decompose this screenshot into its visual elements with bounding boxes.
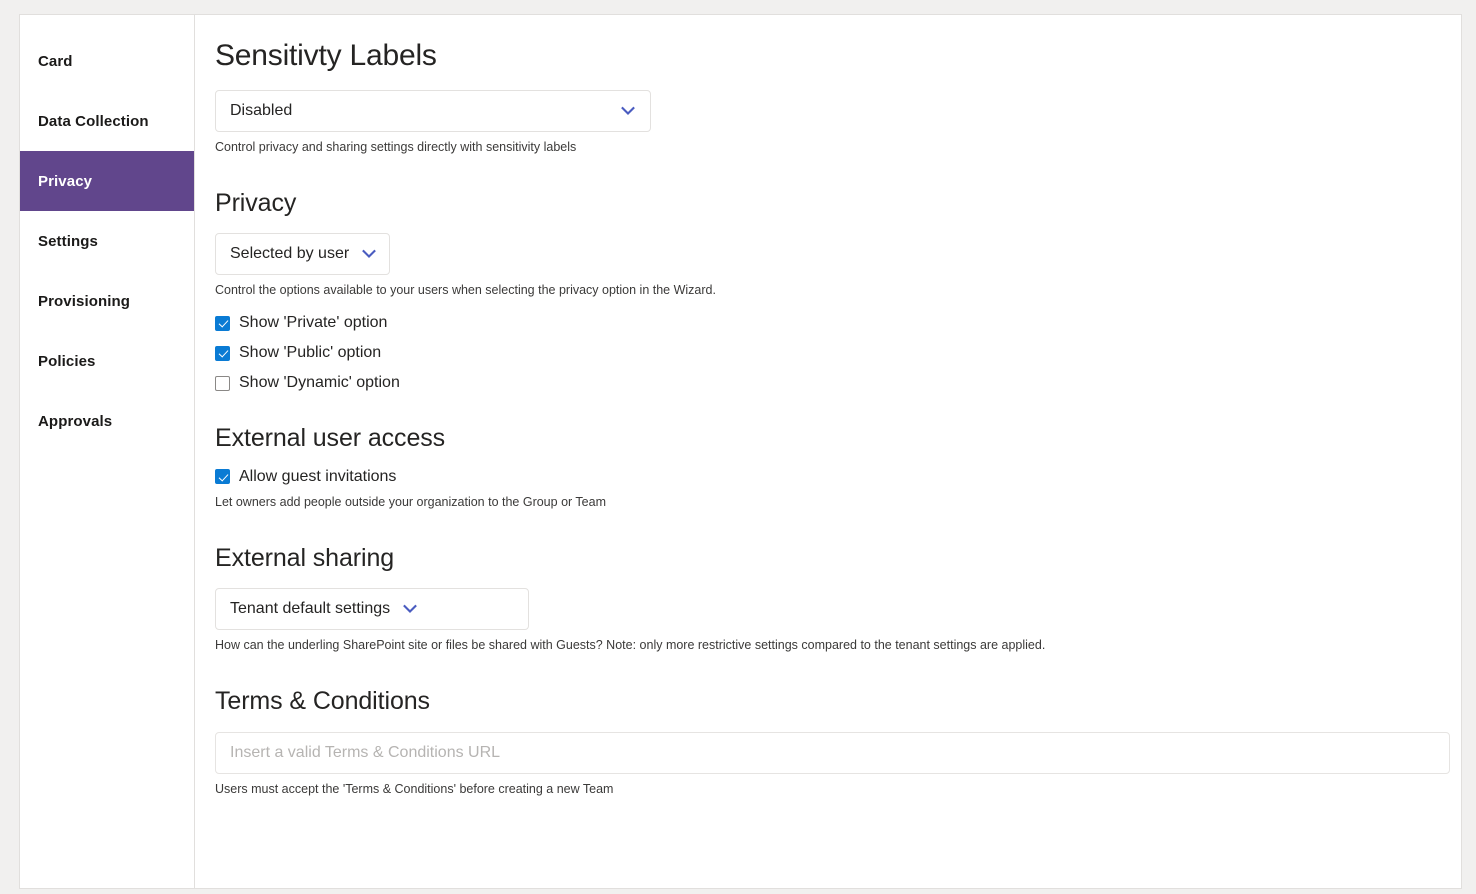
chevron-down-icon: [361, 246, 377, 262]
settings-content-pane: Sensitivty Labels Disabled Control priva…: [195, 15, 1461, 888]
page-title: Sensitivty Labels: [215, 39, 437, 72]
chevron-down-icon: [402, 601, 418, 617]
sidebar-item-privacy[interactable]: Privacy: [20, 151, 194, 211]
chevron-down-icon: [620, 103, 636, 119]
show-public-option-label: Show 'Public' option: [239, 344, 382, 362]
external-sharing-heading: External sharing: [215, 543, 395, 572]
terms-and-conditions-heading: Terms & Conditions: [215, 687, 430, 715]
external-sharing-dropdown[interactable]: Tenant default settings: [215, 588, 529, 631]
external-sharing-helper-text: How can the underling SharePoint site or…: [215, 638, 1046, 653]
sidebar-item-provisioning[interactable]: Provisioning: [20, 271, 194, 331]
show-public-option-checkbox[interactable]: [215, 345, 230, 361]
external-user-access-heading: External user access: [215, 424, 446, 453]
sidebar-item-data-collection[interactable]: Data Collection: [20, 91, 194, 151]
privacy-section-heading: Privacy: [215, 188, 297, 217]
privacy-helper-text: Control the options available to your us…: [215, 283, 716, 298]
allow-guest-invitations-helper-text: Let owners add people outside your organ…: [215, 494, 606, 509]
privacy-dropdown-value: Selected by user: [230, 245, 350, 263]
sidebar-item-card[interactable]: Card: [20, 31, 194, 91]
sensitivity-labels-helper-text: Control privacy and sharing settings dir…: [215, 140, 577, 154]
show-dynamic-option-checkbox[interactable]: [215, 375, 230, 391]
sidebar-item-approvals[interactable]: Approvals: [20, 391, 194, 451]
sidebar-item-policies[interactable]: Policies: [20, 331, 194, 391]
sidebar-item-label: Card: [38, 52, 73, 70]
sidebar-item-label: Privacy: [38, 172, 93, 190]
sidebar-item-label: Provisioning: [38, 292, 131, 310]
allow-guest-invitations-checkbox[interactable]: [215, 469, 230, 485]
show-private-option-row[interactable]: Show 'Private' option: [215, 315, 1447, 331]
show-dynamic-option-row[interactable]: Show 'Dynamic' option: [215, 375, 1447, 391]
show-dynamic-option-label: Show 'Dynamic' option: [239, 374, 400, 392]
sidebar-item-label: Approvals: [38, 412, 113, 430]
sidebar-item-label: Policies: [38, 352, 96, 370]
allow-guest-invitations-label: Allow guest invitations: [239, 467, 397, 485]
sidebar-nav: Card Data Collection Privacy Settings Pr…: [20, 15, 195, 888]
settings-card: Card Data Collection Privacy Settings Pr…: [19, 14, 1462, 889]
sidebar-item-label: Settings: [38, 232, 98, 250]
sidebar-item-label: Data Collection: [38, 112, 149, 130]
privacy-dropdown[interactable]: Selected by user: [215, 233, 391, 276]
show-public-option-row[interactable]: Show 'Public' option: [215, 345, 1447, 361]
external-sharing-dropdown-value: Tenant default settings: [230, 600, 391, 618]
show-private-option-label: Show 'Private' option: [239, 314, 388, 332]
sidebar-item-settings[interactable]: Settings: [20, 211, 194, 271]
show-private-option-checkbox[interactable]: [215, 315, 230, 331]
sensitivity-labels-dropdown[interactable]: Disabled: [215, 90, 651, 132]
allow-guest-invitations-row[interactable]: Allow guest invitations: [215, 467, 1447, 485]
sensitivity-labels-dropdown-value: Disabled: [230, 102, 293, 119]
terms-and-conditions-helper-text: Users must accept the 'Terms & Condition…: [215, 781, 614, 796]
terms-and-conditions-url-input[interactable]: [215, 731, 1450, 774]
